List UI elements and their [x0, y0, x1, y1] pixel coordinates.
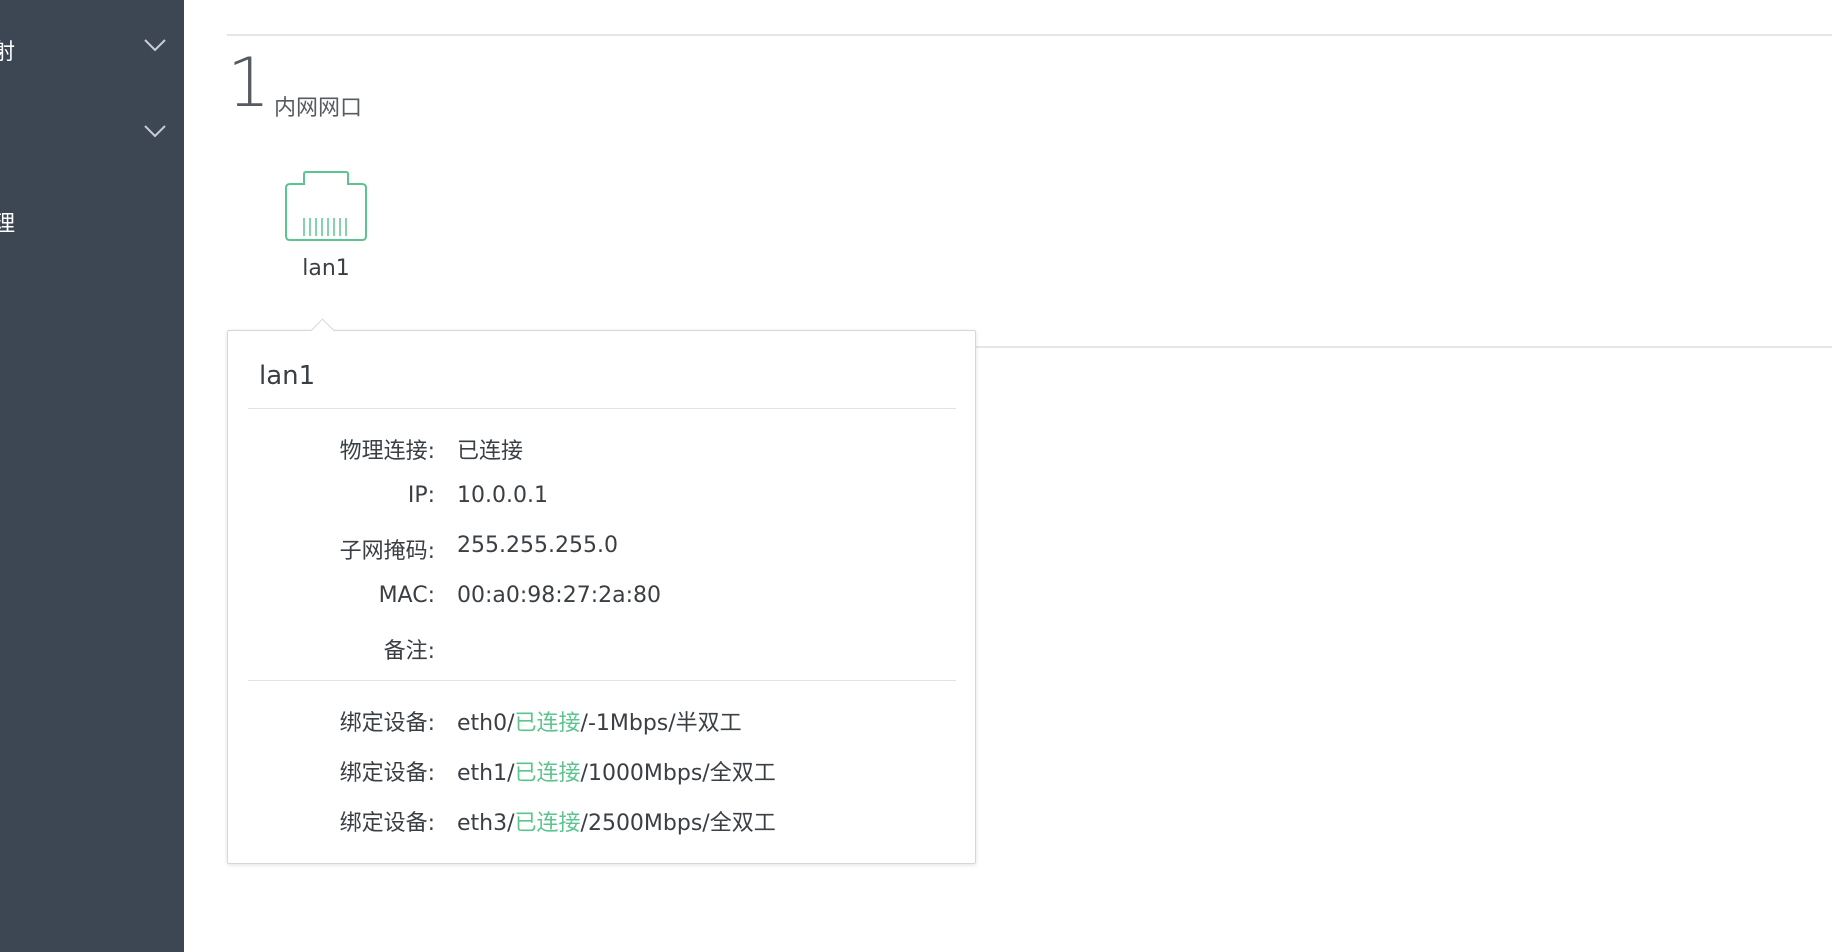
chevron-down-icon — [144, 39, 166, 52]
sidebar-item-mapping[interactable]: 射 — [0, 20, 184, 76]
link-status-value: 已连接 — [457, 439, 524, 464]
section-title: 内网网口 — [274, 96, 363, 121]
detail-row-ip: IP: 10.0.0.1 — [228, 477, 975, 517]
netmask-value: 255.255.255.0 — [457, 533, 618, 558]
field-label: 绑定设备: — [339, 811, 435, 836]
main-content: 1 内网网口 lan1 lan1 物理连接: 已连接 IP: 10.0.0.1 — [184, 0, 1832, 952]
port-label[interactable]: lan1 — [284, 256, 368, 281]
sidebar-item-label: 射 — [0, 40, 16, 65]
field-label: MAC: — [378, 583, 435, 608]
chevron-down-icon — [144, 125, 166, 138]
sidebar-item-label: 理 — [0, 212, 16, 237]
binding-row: 绑定设备: eth0/已连接/-1Mbps/半双工 — [228, 699, 975, 739]
field-label: 绑定设备: — [339, 761, 435, 786]
detail-row-mac: MAC: 00:a0:98:27:2a:80 — [228, 577, 975, 617]
binding-speed: /-1Mbps/半双工 — [580, 711, 742, 736]
divider — [227, 34, 1832, 36]
popover-title: lan1 — [259, 361, 316, 391]
mac-value: 00:a0:98:27:2a:80 — [457, 583, 661, 608]
binding-device: eth3/ — [457, 811, 515, 836]
popover-arrow — [310, 318, 335, 343]
binding-value: eth1/已连接/1000Mbps/全双工 — [457, 755, 776, 787]
ip-value: 10.0.0.1 — [457, 483, 548, 508]
detail-row-note: 备注: — [228, 627, 975, 667]
binding-status: 已连接 — [514, 811, 581, 836]
binding-speed: /2500Mbps/全双工 — [580, 811, 776, 836]
detail-row-netmask: 子网掩码: 255.255.255.0 — [228, 527, 975, 567]
section-number: 1 — [227, 44, 271, 123]
binding-speed: /1000Mbps/全双工 — [580, 761, 776, 786]
binding-status: 已连接 — [514, 711, 581, 736]
binding-device: eth0/ — [457, 711, 515, 736]
ethernet-port-icon[interactable] — [284, 170, 368, 242]
field-label: 物理连接: — [339, 439, 435, 464]
divider — [248, 408, 956, 409]
port-detail-popover: lan1 物理连接: 已连接 IP: 10.0.0.1 子网掩码: 255.25… — [227, 318, 976, 864]
binding-status: 已连接 — [514, 761, 581, 786]
detail-row-link: 物理连接: 已连接 — [228, 427, 975, 467]
divider — [248, 680, 956, 681]
binding-value: eth3/已连接/2500Mbps/全双工 — [457, 805, 776, 837]
binding-value: eth0/已连接/-1Mbps/半双工 — [457, 705, 742, 737]
field-label: 备注: — [383, 639, 435, 664]
sidebar-item-management[interactable]: 理 — [0, 192, 184, 248]
field-label: 绑定设备: — [339, 711, 435, 736]
field-label: 子网掩码: — [339, 539, 435, 564]
binding-row: 绑定设备: eth1/已连接/1000Mbps/全双工 — [228, 749, 975, 789]
field-label: IP: — [407, 483, 435, 508]
sidebar: 射 理 — [0, 0, 184, 952]
binding-row: 绑定设备: eth3/已连接/2500Mbps/全双工 — [228, 799, 975, 839]
sidebar-item-group[interactable] — [0, 106, 184, 162]
binding-device: eth1/ — [457, 761, 515, 786]
